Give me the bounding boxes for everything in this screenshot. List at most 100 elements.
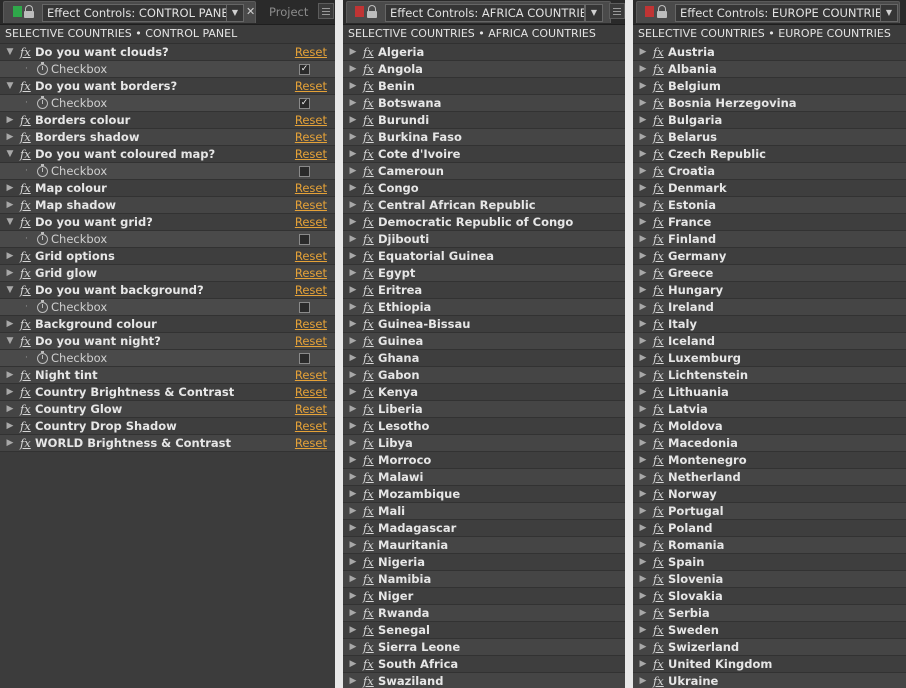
disclosure-collapsed-icon[interactable]: ▶: [638, 163, 648, 179]
disclosure-collapsed-icon[interactable]: ▶: [5, 129, 15, 145]
fx-icon[interactable]: fx: [653, 656, 665, 672]
fx-icon[interactable]: fx: [20, 44, 32, 60]
disclosure-collapsed-icon[interactable]: ▶: [638, 673, 648, 688]
disclosure-expanded-icon[interactable]: ▼: [5, 44, 15, 60]
fx-icon[interactable]: fx: [363, 537, 375, 553]
fx-icon[interactable]: fx: [363, 197, 375, 213]
reset-button[interactable]: Reset: [295, 401, 327, 417]
reset-button[interactable]: Reset: [295, 316, 327, 332]
fx-icon[interactable]: fx: [653, 469, 665, 485]
disclosure-collapsed-icon[interactable]: ▶: [638, 418, 648, 434]
fx-icon[interactable]: fx: [363, 452, 375, 468]
disclosure-collapsed-icon[interactable]: ▶: [638, 350, 648, 366]
disclosure-expanded-icon[interactable]: ▼: [5, 214, 15, 230]
disclosure-collapsed-icon[interactable]: ▶: [638, 588, 648, 604]
fx-icon[interactable]: fx: [20, 435, 32, 451]
fx-icon[interactable]: fx: [653, 452, 665, 468]
fx-icon[interactable]: fx: [20, 384, 32, 400]
fx-icon[interactable]: fx: [363, 554, 375, 570]
reset-button[interactable]: Reset: [295, 282, 327, 298]
fx-icon[interactable]: fx: [653, 95, 665, 111]
disclosure-collapsed-icon[interactable]: ▶: [5, 367, 15, 383]
fx-icon[interactable]: fx: [653, 418, 665, 434]
panel-menu-icon[interactable]: [318, 3, 334, 19]
fx-icon[interactable]: fx: [363, 503, 375, 519]
checkbox[interactable]: [299, 302, 310, 313]
chevron-down-icon[interactable]: ▼: [880, 4, 898, 22]
reset-button[interactable]: Reset: [295, 248, 327, 264]
reset-button[interactable]: Reset: [295, 265, 327, 281]
disclosure-collapsed-icon[interactable]: ▶: [348, 384, 358, 400]
fx-icon[interactable]: fx: [20, 265, 32, 281]
fx-icon[interactable]: fx: [653, 537, 665, 553]
fx-icon[interactable]: fx: [20, 197, 32, 213]
fx-icon[interactable]: fx: [363, 299, 375, 315]
fx-icon[interactable]: fx: [20, 282, 32, 298]
tab-effect-controls-control[interactable]: Effect Controls: CONTROL PANEL ▼ ✕: [3, 1, 256, 23]
disclosure-collapsed-icon[interactable]: ▶: [638, 486, 648, 502]
disclosure-collapsed-icon[interactable]: ▶: [348, 605, 358, 621]
disclosure-collapsed-icon[interactable]: ▶: [5, 418, 15, 434]
fx-icon[interactable]: fx: [653, 639, 665, 655]
disclosure-collapsed-icon[interactable]: ▶: [638, 554, 648, 570]
fx-icon[interactable]: fx: [653, 673, 665, 688]
fx-icon[interactable]: fx: [20, 418, 32, 434]
disclosure-collapsed-icon[interactable]: ▶: [348, 180, 358, 196]
fx-icon[interactable]: fx: [20, 180, 32, 196]
fx-icon[interactable]: fx: [653, 61, 665, 77]
close-icon[interactable]: ✕: [246, 5, 255, 18]
fx-icon[interactable]: fx: [363, 469, 375, 485]
fx-icon[interactable]: fx: [363, 112, 375, 128]
disclosure-collapsed-icon[interactable]: ▶: [5, 401, 15, 417]
reset-button[interactable]: Reset: [295, 44, 327, 60]
fx-icon[interactable]: fx: [653, 265, 665, 281]
disclosure-collapsed-icon[interactable]: ▶: [638, 112, 648, 128]
tab-effect-controls-europe[interactable]: Effect Controls: EUROPE COUNTRIES ▼: [636, 1, 900, 23]
disclosure-collapsed-icon[interactable]: ▶: [348, 588, 358, 604]
disclosure-collapsed-icon[interactable]: ▶: [638, 129, 648, 145]
disclosure-collapsed-icon[interactable]: ▶: [638, 469, 648, 485]
reset-button[interactable]: Reset: [295, 333, 327, 349]
fx-icon[interactable]: fx: [653, 588, 665, 604]
lock-icon[interactable]: [657, 5, 668, 19]
disclosure-collapsed-icon[interactable]: ▶: [638, 639, 648, 655]
fx-icon[interactable]: fx: [653, 248, 665, 264]
disclosure-collapsed-icon[interactable]: ▶: [5, 384, 15, 400]
disclosure-collapsed-icon[interactable]: ▶: [348, 367, 358, 383]
disclosure-collapsed-icon[interactable]: ▶: [638, 265, 648, 281]
disclosure-collapsed-icon[interactable]: ▶: [638, 333, 648, 349]
fx-icon[interactable]: fx: [363, 282, 375, 298]
disclosure-collapsed-icon[interactable]: ▶: [5, 265, 15, 281]
disclosure-collapsed-icon[interactable]: ▶: [5, 435, 15, 451]
reset-button[interactable]: Reset: [295, 435, 327, 451]
disclosure-collapsed-icon[interactable]: ▶: [348, 316, 358, 332]
disclosure-collapsed-icon[interactable]: ▶: [348, 418, 358, 434]
reset-button[interactable]: Reset: [295, 129, 327, 145]
disclosure-collapsed-icon[interactable]: ▶: [348, 78, 358, 94]
disclosure-collapsed-icon[interactable]: ▶: [348, 639, 358, 655]
disclosure-expanded-icon[interactable]: ▼: [5, 333, 15, 349]
fx-icon[interactable]: fx: [653, 163, 665, 179]
disclosure-collapsed-icon[interactable]: ▶: [348, 469, 358, 485]
disclosure-collapsed-icon[interactable]: ▶: [638, 299, 648, 315]
fx-icon[interactable]: fx: [363, 316, 375, 332]
disclosure-collapsed-icon[interactable]: ▶: [348, 214, 358, 230]
fx-icon[interactable]: fx: [653, 112, 665, 128]
fx-icon[interactable]: fx: [363, 367, 375, 383]
fx-icon[interactable]: fx: [363, 622, 375, 638]
fx-icon[interactable]: fx: [363, 180, 375, 196]
reset-button[interactable]: Reset: [295, 146, 327, 162]
checkbox[interactable]: ✓: [299, 64, 310, 75]
disclosure-collapsed-icon[interactable]: ▶: [348, 435, 358, 451]
fx-icon[interactable]: fx: [653, 78, 665, 94]
tab-title[interactable]: Effect Controls: AFRICA COUNTRIES: [385, 4, 585, 22]
fx-icon[interactable]: fx: [363, 265, 375, 281]
tab-title[interactable]: Effect Controls: EUROPE COUNTRIES: [675, 4, 883, 22]
disclosure-collapsed-icon[interactable]: ▶: [348, 61, 358, 77]
disclosure-collapsed-icon[interactable]: ▶: [638, 197, 648, 213]
fx-icon[interactable]: fx: [653, 214, 665, 230]
disclosure-collapsed-icon[interactable]: ▶: [5, 112, 15, 128]
disclosure-collapsed-icon[interactable]: ▶: [348, 265, 358, 281]
fx-icon[interactable]: fx: [653, 554, 665, 570]
disclosure-collapsed-icon[interactable]: ▶: [638, 571, 648, 587]
